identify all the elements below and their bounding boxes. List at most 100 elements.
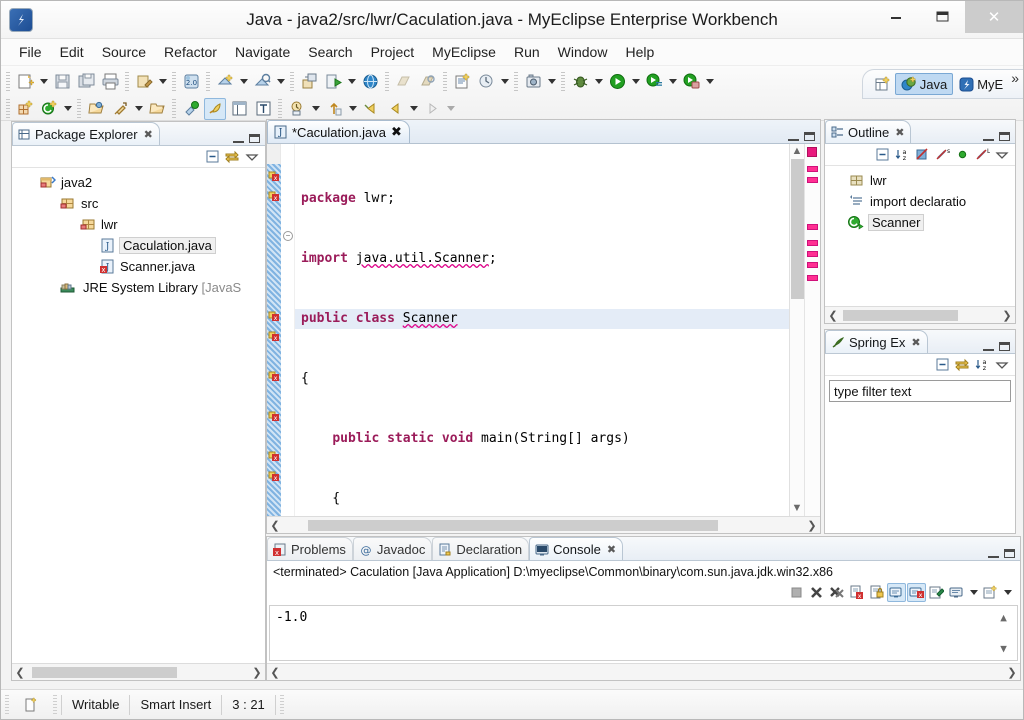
maximize-icon[interactable] [999, 342, 1010, 351]
display-selected-console-icon[interactable] [947, 583, 966, 602]
tab-console[interactable]: Console ✖ [529, 537, 624, 560]
deploy-icon[interactable]: 2.0 [180, 71, 202, 93]
open-browser-icon[interactable] [359, 71, 381, 93]
scroll-up-icon[interactable]: ▲ [1000, 610, 1007, 625]
overview-error-marker[interactable] [807, 262, 818, 268]
run-dropdown[interactable] [629, 71, 642, 93]
menu-help[interactable]: Help [617, 41, 662, 63]
toolbar-grip[interactable] [6, 98, 10, 119]
console-vscrollbar[interactable]: ▲ ▼ [996, 610, 1011, 656]
console-output-area[interactable]: -1.0 ▲ ▼ [269, 605, 1018, 661]
new-class-dropdown[interactable] [61, 98, 74, 120]
open-type-icon[interactable] [393, 71, 415, 93]
spring-config-icon[interactable] [204, 97, 226, 120]
clear-console-icon[interactable]: x [847, 583, 866, 602]
overview-error-marker[interactable] [807, 251, 818, 257]
scroll-down-icon[interactable]: ▼ [792, 501, 803, 516]
new-class-icon[interactable] [38, 98, 60, 120]
hscroll-thumb[interactable] [32, 666, 177, 678]
overview-error-marker[interactable] [807, 224, 818, 230]
error-marker-icon[interactable]: x [268, 169, 280, 181]
menu-run[interactable]: Run [506, 41, 548, 63]
error-marker-icon[interactable]: x [268, 189, 280, 201]
open-console-icon[interactable] [981, 583, 1000, 602]
error-marker-icon[interactable]: x [268, 369, 280, 381]
link-with-editor-icon[interactable] [223, 148, 241, 166]
collapse-all-icon[interactable] [203, 148, 221, 166]
toolbar-grip[interactable] [385, 71, 389, 92]
overview-error-marker[interactable] [807, 275, 818, 281]
scroll-left-icon[interactable]: ❮ [267, 519, 283, 532]
tree-item-jre-system-library[interactable]: JRE System Library [JavaS [12, 277, 265, 298]
tab-package-explorer[interactable]: Package Explorer ✖ [12, 122, 160, 145]
error-marker-icon[interactable]: x [268, 329, 280, 341]
minimize-icon[interactable] [788, 132, 799, 141]
open-folder-icon[interactable] [146, 98, 168, 120]
tree-item-java2[interactable]: java2 [12, 172, 265, 193]
sort-icon[interactable]: az [973, 356, 991, 374]
open-perspective-icon[interactable] [872, 73, 894, 95]
toolbar-grip[interactable] [172, 71, 176, 92]
show-console-on-output-icon[interactable] [887, 582, 906, 602]
sort-icon[interactable]: az [893, 146, 911, 164]
db-explorer-icon[interactable] [298, 71, 320, 93]
scroll-right-icon[interactable]: ❯ [249, 666, 265, 679]
overview-error-marker[interactable] [807, 240, 818, 246]
menu-project[interactable]: Project [363, 41, 423, 63]
error-marker-icon[interactable]: x [268, 449, 280, 461]
perspective-myeclipse[interactable]: MyE [953, 74, 1009, 95]
tab-outline[interactable]: Outline ✖ [825, 120, 912, 143]
editor-code[interactable]: package lwr; import java.util.Scanner; p… [295, 144, 789, 516]
back-dropdown[interactable] [407, 98, 420, 120]
search-history-icon[interactable] [286, 98, 308, 120]
collapse-all-icon[interactable] [873, 146, 891, 164]
status-grip[interactable] [53, 694, 57, 715]
menu-edit[interactable]: Edit [52, 41, 92, 63]
menu-myeclipse[interactable]: MyEclipse [424, 41, 504, 63]
overview-error-marker[interactable] [807, 166, 818, 172]
tree-item-caculation-java[interactable]: J Caculation.java [12, 235, 265, 256]
scroll-down-icon[interactable]: ▼ [1000, 641, 1007, 656]
hscroll-track[interactable] [28, 666, 249, 678]
new-server-dropdown[interactable] [237, 71, 250, 93]
hide-fields-icon[interactable] [913, 146, 931, 164]
hscroll-track[interactable] [283, 519, 804, 531]
outline-item-scanner[interactable]: Scanner [825, 212, 1015, 233]
toolbar-grip[interactable] [206, 71, 210, 92]
table-view-icon[interactable] [228, 98, 250, 120]
perspective-more-button[interactable]: » [1009, 70, 1021, 86]
toolbar-grip[interactable] [514, 71, 518, 92]
filter-input-wrapper[interactable]: type filter text [829, 380, 1011, 402]
menu-search[interactable]: Search [300, 41, 360, 63]
spring-new-icon[interactable] [180, 98, 202, 120]
scroll-right-icon[interactable]: ❯ [804, 519, 820, 532]
minimize-icon[interactable] [983, 132, 994, 141]
run-icon[interactable] [606, 71, 628, 93]
back-history-icon[interactable] [360, 98, 382, 120]
editor-folding-column[interactable]: − [281, 144, 295, 516]
back-icon[interactable] [384, 98, 406, 120]
tab-declaration[interactable]: Declaration [432, 537, 530, 560]
close-button[interactable]: ✕ [965, 1, 1023, 33]
scroll-right-icon[interactable]: ❯ [1004, 666, 1020, 679]
outline-item-import-declarations[interactable]: import declaratio [825, 191, 1015, 212]
error-marker-icon[interactable]: x [268, 409, 280, 421]
toolbar-grip[interactable] [278, 98, 282, 119]
menu-file[interactable]: File [11, 41, 50, 63]
new-server-icon[interactable] [214, 71, 236, 93]
save-all-icon[interactable] [75, 71, 97, 93]
overview-error-marker[interactable] [807, 147, 817, 157]
status-grip[interactable] [279, 694, 284, 715]
tree-item-src[interactable]: src [12, 193, 265, 214]
menu-source[interactable]: Source [94, 41, 154, 63]
outline-item-lwr[interactable]: lwr [825, 170, 1015, 191]
error-marker-icon[interactable]: x [268, 309, 280, 321]
build-icon[interactable] [133, 71, 155, 93]
print-icon[interactable] [99, 71, 121, 93]
overview-error-marker[interactable] [807, 177, 818, 183]
build-dropdown[interactable] [156, 71, 169, 93]
vscroll-track[interactable] [790, 159, 805, 501]
close-icon[interactable]: ✖ [911, 336, 920, 349]
toolbar-grip[interactable] [290, 71, 294, 92]
tab-problems[interactable]: x Problems [267, 537, 353, 560]
